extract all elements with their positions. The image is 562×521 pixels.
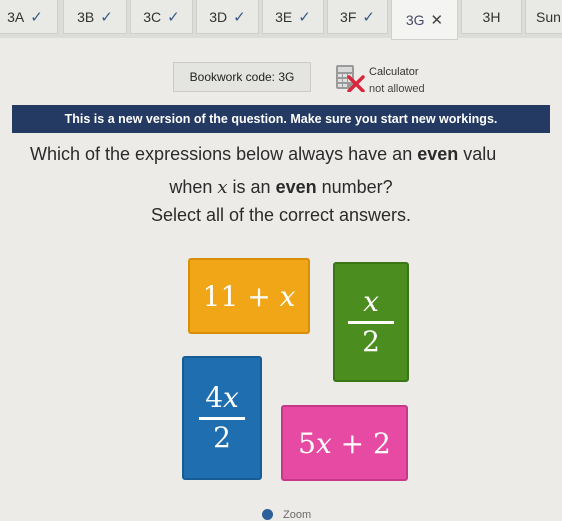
bookwork-code: Bookwork code: 3G (173, 62, 311, 92)
check-icon: ✓ (167, 8, 180, 26)
question-line-1: Which of the expressions below always ha… (30, 144, 497, 164)
tab-label: 3E (275, 8, 293, 25)
tab-label: 3D (209, 8, 228, 25)
tab-label: 3F (340, 8, 357, 25)
tab-3e[interactable]: 3E ✓ (262, 0, 324, 34)
emphasis-even: even (275, 177, 317, 197)
check-icon: ✓ (362, 8, 375, 26)
new-version-banner: This is a new version of the question. M… (12, 105, 550, 133)
answer-x-over-2[interactable]: x 2 (333, 262, 409, 382)
check-icon: ✓ (100, 8, 113, 26)
tab-label: 3C (143, 8, 162, 25)
tab-label: 3H (482, 8, 501, 25)
emphasis-even: even (417, 144, 459, 164)
tab-label: 3B (77, 8, 95, 25)
zoom-icon[interactable] (262, 509, 273, 520)
tab-3h[interactable]: 3H (461, 0, 522, 34)
check-icon: ✓ (30, 8, 43, 26)
cross-icon: ✕ (430, 11, 444, 29)
tab-3d[interactable]: 3D ✓ (196, 0, 259, 34)
tab-label: 3G (405, 11, 425, 28)
question-instruction: Select all of the correct answers. (150, 205, 412, 225)
calculator-title: Calculator (369, 66, 419, 78)
calculator-not-allowed-icon (336, 65, 365, 92)
tab-label: 3A (7, 8, 25, 25)
tab-3g[interactable]: 3G ✕ (391, 0, 458, 40)
tab-3c[interactable]: 3C ✓ (130, 0, 193, 34)
question-line-2: when x is an even number? (169, 177, 393, 198)
answer-4x-over-2[interactable]: 4x 2 (182, 356, 262, 480)
tab-3f[interactable]: 3F ✓ (327, 0, 388, 34)
answer-11-plus-x[interactable]: 11 + x (188, 258, 310, 334)
tab-3a[interactable]: 3A ✓ (0, 0, 58, 34)
answer-5x-plus-2[interactable]: 5x + 2 (281, 405, 408, 481)
variable-x: x (217, 177, 228, 198)
check-icon: ✓ (298, 8, 311, 26)
calculator-status: not allowed (369, 83, 425, 95)
tab-bar: 3A ✓ 3B ✓ 3C ✓ 3D ✓ 3E ✓ 3F ✓ 3G ✕ 3H Su… (0, 0, 562, 40)
tab-label: Sun (536, 8, 561, 25)
zoom-label[interactable]: Zoom (283, 509, 311, 521)
check-icon: ✓ (233, 8, 246, 26)
tab-summary[interactable]: Sun (525, 0, 562, 34)
tab-3b[interactable]: 3B ✓ (63, 0, 127, 34)
